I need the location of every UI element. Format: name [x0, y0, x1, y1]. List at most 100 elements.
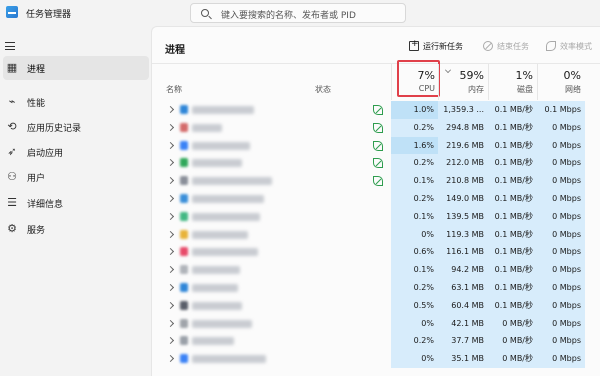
table-row[interactable]: 0% 42.1 MB 0 MB/秒 0 Mbps — [152, 314, 600, 333]
table-row[interactable]: 1.6% 219.6 MB 0.1 MB/秒 0 Mbps — [152, 136, 600, 155]
cell-cpu: 0.1% — [391, 261, 438, 279]
run-new-task-button[interactable]: 运行新任务 — [409, 39, 463, 55]
chevron-right-icon[interactable] — [166, 177, 175, 185]
column-header-network-percent[interactable]: 0% — [537, 69, 581, 82]
table-row[interactable]: 0.1% 139.5 MB 0.1 MB/秒 0 Mbps — [152, 207, 600, 226]
cell-disk: 0.1 MB/秒 — [488, 243, 537, 262]
cell-net: 0 Mbps — [537, 225, 585, 244]
table-row[interactable]: 0% 35.1 MB 0 MB/秒 0 Mbps — [152, 350, 600, 368]
sidebar-item-services[interactable]: ⚙ 服务 — [3, 217, 149, 241]
run-task-icon — [409, 39, 419, 51]
sidebar-item-label: 性能 — [27, 99, 46, 109]
cpu-column-highlight — [397, 60, 440, 97]
sidebar-item-performance[interactable]: ⌁ 性能 — [3, 90, 149, 114]
cell-disk: 0.1 MB/秒 — [488, 207, 537, 226]
page-title: 进程 — [165, 45, 185, 56]
table-row[interactable]: 0.2% 63.1 MB 0.1 MB/秒 0 Mbps — [152, 279, 600, 297]
cell-net: 0 Mbps — [537, 136, 585, 155]
cell-disk: 0.1 MB/秒 — [488, 101, 537, 119]
process-icon — [180, 229, 188, 239]
process-icon — [180, 283, 188, 292]
sidebar-item-label: 应用历史记录 — [27, 124, 82, 134]
main-panel: 进程 运行新任务 结束任务 效率模式 名称 状态 7% CPU 59% 内存 1… — [151, 26, 600, 376]
chevron-right-icon[interactable] — [166, 319, 175, 327]
cell-net: 0 Mbps — [537, 332, 585, 351]
chevron-right-icon[interactable] — [166, 301, 175, 309]
sidebar-item-label: 用户 — [27, 174, 46, 184]
table-row[interactable]: 0.2% 149.0 MB 0.1 MB/秒 0 Mbps — [152, 190, 600, 208]
column-header-status[interactable]: 状态 — [315, 84, 331, 95]
table-row[interactable]: 0.6% 116.1 MB 0.1 MB/秒 0 Mbps — [152, 243, 600, 262]
chevron-right-icon[interactable] — [166, 141, 175, 149]
table-row[interactable]: 0.5% 60.4 MB 0.1 MB/秒 0 Mbps — [152, 296, 600, 315]
efficiency-mode-button[interactable]: 效率模式 — [546, 41, 592, 55]
process-name-redacted — [192, 123, 222, 132]
cell-mem: 210.8 MB — [438, 172, 488, 190]
processes-icon: ▦ — [6, 61, 18, 74]
table-row[interactable]: 0.2% 294.8 MB 0.1 MB/秒 0 Mbps — [152, 118, 600, 137]
table-row[interactable]: 1.0% 1,359.3 ... 0.1 MB/秒 0.1 Mbps — [152, 101, 600, 119]
chevron-right-icon[interactable] — [166, 212, 175, 220]
cell-mem: 149.0 MB — [438, 190, 488, 208]
process-icon — [180, 318, 188, 328]
cell-cpu: 0% — [391, 225, 438, 244]
chevron-right-icon[interactable] — [166, 105, 175, 114]
chevron-right-icon[interactable] — [166, 248, 175, 256]
cell-mem: 37.7 MB — [438, 332, 488, 351]
cell-net: 0 Mbps — [537, 296, 585, 315]
cell-cpu: 1.6% — [391, 136, 438, 155]
cell-mem: 94.2 MB — [438, 261, 488, 279]
startup-icon: ➶ — [7, 145, 17, 158]
cell-mem: 212.0 MB — [438, 154, 488, 173]
column-header-name[interactable]: 名称 — [166, 84, 182, 95]
column-header-memory-percent[interactable]: 59% — [438, 69, 484, 82]
cell-net: 0 Mbps — [537, 243, 585, 262]
cell-net: 0 Mbps — [537, 154, 585, 173]
table-row[interactable]: 0.1% 94.2 MB 0.1 MB/秒 0 Mbps — [152, 261, 600, 279]
process-name-redacted — [192, 319, 252, 328]
cell-cpu: 0.6% — [391, 243, 438, 262]
column-header-disk[interactable]: 磁盘 — [488, 84, 533, 95]
chevron-right-icon[interactable] — [166, 194, 175, 203]
cell-mem: 116.1 MB — [438, 243, 488, 262]
performance-icon: ⌁ — [8, 95, 16, 108]
chevron-right-icon[interactable] — [166, 337, 175, 345]
process-name-redacted — [192, 106, 254, 114]
sidebar-item-details[interactable]: ☰ 详细信息 — [3, 191, 149, 215]
end-task-button[interactable]: 结束任务 — [483, 41, 529, 55]
table-row[interactable]: 0% 119.3 MB 0.1 MB/秒 0 Mbps — [152, 225, 600, 244]
sidebar-item-startup[interactable]: ➶ 启动应用 — [3, 140, 149, 164]
column-header-network[interactable]: 网络 — [537, 84, 581, 95]
search-icon — [201, 9, 209, 17]
cell-disk: 0.1 MB/秒 — [488, 190, 537, 208]
chevron-right-icon[interactable] — [166, 230, 175, 238]
chevron-right-icon[interactable] — [166, 159, 175, 167]
chevron-right-icon[interactable] — [166, 283, 175, 292]
cell-cpu: 1.0% — [391, 101, 438, 119]
column-header-memory[interactable]: 内存 — [438, 84, 484, 95]
header-divider — [152, 63, 600, 64]
search-input[interactable]: 键入要搜索的名称、发布者或 PID — [190, 3, 406, 23]
sidebar-item-label: 详细信息 — [27, 200, 64, 210]
column-header-disk-percent[interactable]: 1% — [488, 69, 533, 82]
chevron-right-icon[interactable] — [166, 266, 175, 274]
process-icon — [180, 354, 188, 364]
sidebar-item-label: 服务 — [27, 226, 46, 236]
process-icon — [180, 158, 188, 168]
chevron-right-icon[interactable] — [166, 355, 175, 363]
process-name-redacted — [192, 248, 258, 257]
table-row[interactable]: 0.2% 212.0 MB 0.1 MB/秒 0 Mbps — [152, 154, 600, 173]
cell-cpu: 0.1% — [391, 207, 438, 226]
cell-disk: 0 MB/秒 — [488, 332, 537, 351]
process-name-redacted — [192, 195, 264, 203]
cell-net: 0 Mbps — [537, 207, 585, 226]
chevron-right-icon[interactable] — [166, 123, 175, 131]
cell-disk: 0 MB/秒 — [488, 314, 537, 333]
sidebar-item-users[interactable]: ⚇ 用户 — [3, 165, 149, 189]
table-row[interactable]: 0.2% 37.7 MB 0 MB/秒 0 Mbps — [152, 332, 600, 351]
table-row[interactable]: 0.1% 210.8 MB 0.1 MB/秒 0 Mbps — [152, 172, 600, 190]
hamburger-menu-icon[interactable] — [5, 42, 15, 50]
sidebar-item-processes[interactable]: ▦ 进程 — [3, 56, 149, 80]
sidebar-item-history[interactable]: ⟲ 应用历史记录 — [3, 115, 149, 139]
process-name-redacted — [192, 266, 240, 275]
